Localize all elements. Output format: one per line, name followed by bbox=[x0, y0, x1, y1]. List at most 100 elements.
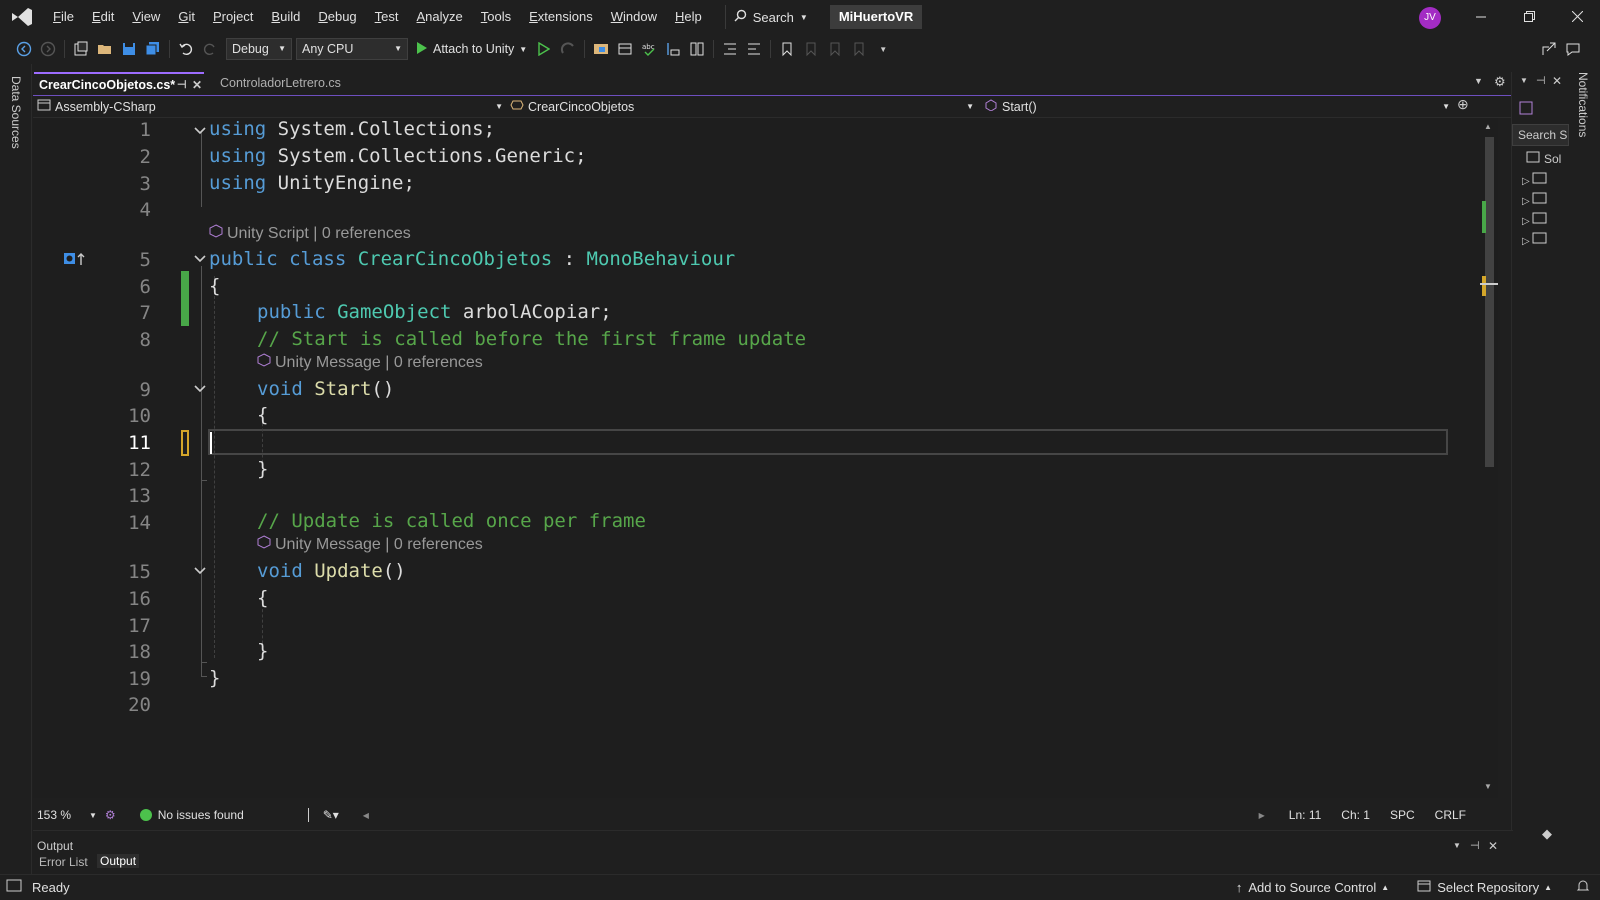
tab-error-list[interactable]: Error List bbox=[39, 855, 88, 869]
line-position[interactable]: Ln: 11 bbox=[1289, 808, 1321, 822]
menu-tools[interactable]: Tools bbox=[472, 0, 520, 34]
navigate-back-icon[interactable] bbox=[13, 38, 35, 60]
chevron-down-icon[interactable]: ▼ bbox=[1520, 76, 1528, 85]
scrollbar-thumb[interactable] bbox=[1485, 137, 1494, 467]
user-avatar[interactable]: JV bbox=[1419, 7, 1441, 29]
add-to-source-control-button[interactable]: Add to Source Control bbox=[1248, 880, 1376, 895]
chevron-down-icon[interactable]: ▼ bbox=[89, 811, 97, 820]
intellicode-icon[interactable]: ⚙ bbox=[105, 808, 116, 822]
feedback-icon[interactable] bbox=[1562, 38, 1584, 60]
select-repository-button[interactable]: Select Repository bbox=[1437, 880, 1539, 895]
code-editor[interactable]: 1 2 3 4 5 6 7 8 9 10 11 12 13 14 15 16 1… bbox=[33, 118, 1480, 798]
toolbox-icon[interactable] bbox=[614, 38, 636, 60]
menu-view[interactable]: View bbox=[123, 0, 169, 34]
platform-select[interactable]: Any CPU ▼ bbox=[296, 38, 408, 60]
minimize-button[interactable] bbox=[1458, 0, 1504, 34]
codelens-start[interactable]: Unity Message | 0 references bbox=[257, 353, 483, 372]
navigate-forward-icon[interactable] bbox=[37, 38, 59, 60]
toolbar-overflow-icon[interactable]: ▼ bbox=[872, 38, 894, 60]
pin-icon[interactable]: ⊣ bbox=[177, 74, 187, 96]
indent-icon[interactable] bbox=[719, 38, 741, 60]
fold-toggle-icon[interactable] bbox=[193, 252, 207, 266]
data-sources-tab[interactable]: Data Sources bbox=[9, 76, 23, 149]
close-icon[interactable]: ✕ bbox=[1488, 839, 1498, 853]
scroll-right-icon[interactable]: ▶ bbox=[1259, 811, 1265, 820]
output-window-icon[interactable] bbox=[6, 879, 22, 896]
scroll-down-icon[interactable]: ▼ bbox=[1484, 782, 1492, 791]
notifications-tab[interactable]: Notifications bbox=[1576, 72, 1590, 137]
tab-controladorletrero[interactable]: ControladorLetrero.cs bbox=[215, 72, 355, 96]
solution-home-icon[interactable] bbox=[1518, 100, 1534, 119]
close-icon[interactable]: ✕ bbox=[192, 74, 202, 96]
issues-status[interactable]: No issues found bbox=[158, 808, 308, 822]
undo-icon[interactable] bbox=[175, 38, 197, 60]
live-share-icon[interactable] bbox=[1538, 38, 1560, 60]
save-all-icon[interactable] bbox=[142, 38, 164, 60]
chevron-up-icon[interactable]: ▲ bbox=[1544, 883, 1552, 892]
column-position[interactable]: Ch: 1 bbox=[1341, 808, 1370, 822]
step-over-icon[interactable] bbox=[686, 38, 708, 60]
hot-reload-icon[interactable] bbox=[557, 38, 579, 60]
outdent-icon[interactable] bbox=[743, 38, 765, 60]
previous-bookmark-icon[interactable] bbox=[800, 38, 822, 60]
project-node[interactable]: ▷ bbox=[1522, 232, 1548, 247]
split-editor-icon[interactable]: ⊕ bbox=[1457, 96, 1469, 113]
code-cleanup-icon[interactable]: ✎▾ bbox=[323, 808, 339, 822]
configuration-select[interactable]: Debug ▼ bbox=[226, 38, 292, 60]
spell-check-icon[interactable]: abc bbox=[638, 38, 660, 60]
global-search[interactable]: Search ▼ bbox=[724, 5, 816, 29]
pin-icon[interactable]: ⊣ bbox=[1536, 74, 1546, 87]
git-changes-icon[interactable]: ◆ bbox=[1542, 826, 1552, 842]
menu-extensions[interactable]: Extensions bbox=[520, 0, 602, 34]
type-dropdown[interactable]: CrearCincoObjetos ▼ bbox=[510, 97, 974, 117]
bell-icon[interactable] bbox=[1576, 879, 1590, 896]
menu-project[interactable]: Project bbox=[204, 0, 262, 34]
project-node[interactable]: ▷ bbox=[1522, 172, 1548, 187]
next-bookmark-icon[interactable] bbox=[824, 38, 846, 60]
codelens-class[interactable]: Unity Script | 0 references bbox=[209, 224, 411, 243]
solution-name-badge[interactable]: MiHuertoVR bbox=[829, 5, 923, 29]
vertical-scrollbar[interactable]: ▲ ▼ bbox=[1480, 118, 1498, 798]
bookmark-icon[interactable] bbox=[776, 38, 798, 60]
project-node[interactable]: ▷ bbox=[1522, 212, 1548, 227]
clear-bookmarks-icon[interactable] bbox=[848, 38, 870, 60]
member-dropdown[interactable]: Start() ▼ bbox=[984, 97, 1450, 117]
chevron-up-icon[interactable]: ▲ bbox=[1381, 883, 1389, 892]
new-project-icon[interactable] bbox=[70, 38, 92, 60]
menu-analyze[interactable]: Analyze bbox=[408, 0, 472, 34]
line-ending-mode[interactable]: CRLF bbox=[1435, 808, 1466, 822]
fold-toggle-icon[interactable] bbox=[193, 124, 207, 138]
solution-search-input[interactable]: Search S bbox=[1512, 124, 1569, 146]
save-icon[interactable] bbox=[118, 38, 140, 60]
fold-toggle-icon[interactable] bbox=[193, 382, 207, 396]
menu-git[interactable]: Git bbox=[169, 0, 204, 34]
close-icon[interactable]: ✕ bbox=[1552, 74, 1562, 88]
visual-studio-logo-icon[interactable] bbox=[0, 0, 44, 34]
attach-to-unity-button[interactable]: Attach to Unity ▼ bbox=[416, 41, 527, 58]
project-dropdown[interactable]: Assembly-CSharp ▼ bbox=[37, 97, 503, 117]
fold-toggle-icon[interactable] bbox=[193, 564, 207, 578]
start-without-debugging-icon[interactable] bbox=[533, 38, 555, 60]
scroll-up-icon[interactable]: ▲ bbox=[1484, 122, 1492, 131]
menu-debug[interactable]: Debug bbox=[309, 0, 365, 34]
solution-explorer-icon[interactable] bbox=[590, 38, 612, 60]
menu-build[interactable]: Build bbox=[262, 0, 309, 34]
pin-icon[interactable]: ⊣ bbox=[1470, 839, 1480, 852]
zoom-level[interactable]: 153 % bbox=[37, 808, 89, 822]
chevron-down-icon[interactable]: ▼ bbox=[1453, 841, 1461, 850]
tab-crearcincoobjetos[interactable]: CrearCincoObjetos.cs* ⊣ ✕ bbox=[34, 72, 204, 96]
tab-list-dropdown-icon[interactable]: ▼ bbox=[1474, 76, 1483, 86]
gear-icon[interactable]: ⚙ bbox=[1494, 74, 1506, 90]
project-node[interactable]: ▷ bbox=[1522, 192, 1548, 207]
tab-output[interactable]: Output bbox=[97, 854, 140, 868]
restore-button[interactable] bbox=[1506, 0, 1552, 34]
open-file-icon[interactable] bbox=[94, 38, 116, 60]
menu-help[interactable]: Help bbox=[666, 0, 711, 34]
close-window-button[interactable] bbox=[1554, 0, 1600, 34]
scroll-left-icon[interactable]: ◀ bbox=[363, 811, 369, 820]
menu-test[interactable]: Test bbox=[366, 0, 408, 34]
menu-edit[interactable]: Edit bbox=[83, 0, 123, 34]
codelens-update[interactable]: Unity Message | 0 references bbox=[257, 535, 483, 554]
step-into-icon[interactable] bbox=[662, 38, 684, 60]
redo-icon[interactable] bbox=[199, 38, 221, 60]
